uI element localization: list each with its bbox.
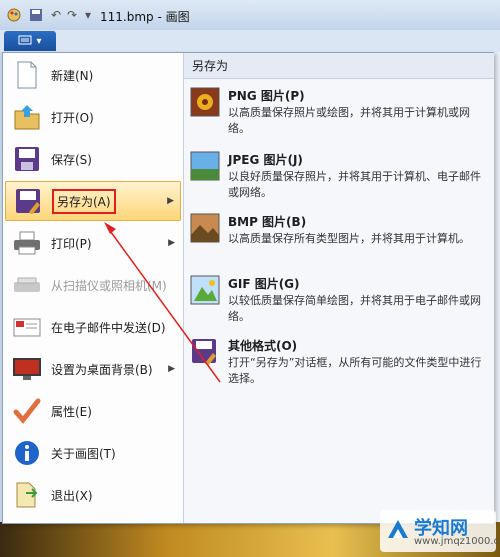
title-bar: ↶ ↷ ▾ 111.bmp - 画图 bbox=[0, 0, 500, 31]
menu-item-from-scanner: 从扫描仪或照相机(M) bbox=[5, 265, 181, 305]
new-file-icon bbox=[11, 59, 43, 91]
jpeg-image-icon bbox=[190, 151, 220, 181]
menu-item-set-desktop-background[interactable]: 设置为桌面背景(B) ▶ bbox=[5, 349, 181, 389]
menu-item-about-paint[interactable]: 关于画图(T) bbox=[5, 433, 181, 473]
menu-item-label: 打开(O) bbox=[51, 110, 94, 125]
menu-item-exit[interactable]: 退出(X) bbox=[5, 475, 181, 515]
paint-app-icon[interactable] bbox=[6, 7, 22, 23]
submenu-heading: 另存为 bbox=[184, 53, 494, 79]
printer-icon bbox=[11, 227, 43, 259]
menu-item-new[interactable]: 新建(N) bbox=[5, 55, 181, 95]
customize-quick-access-icon[interactable]: ▾ bbox=[80, 7, 96, 23]
menu-item-print[interactable]: 打印(P) ▶ bbox=[5, 223, 181, 263]
chevron-down-icon: ▾ bbox=[36, 35, 42, 47]
save-as-submenu: 另存为 PNG 图片(P) 以高质量保存照片或绘图，并将其用于计算机或网络。 J… bbox=[183, 53, 494, 523]
option-title: JPEG 图片(J) bbox=[228, 153, 303, 167]
redo-icon[interactable]: ↷ bbox=[64, 7, 80, 23]
menu-item-open[interactable]: 打开(O) bbox=[5, 97, 181, 137]
option-description: 以良好质量保存照片，并将其用于计算机、电子邮件或网络。 bbox=[228, 170, 481, 199]
menu-item-save[interactable]: 保存(S) bbox=[5, 139, 181, 179]
option-description: 以高质量保存所有类型图片，并将其用于计算机。 bbox=[228, 232, 470, 245]
menu-item-properties[interactable]: 属性(E) bbox=[5, 391, 181, 431]
option-title: PNG 图片(P) bbox=[228, 89, 305, 103]
menu-item-label: 打印(P) bbox=[51, 236, 92, 251]
other-formats-icon bbox=[190, 337, 220, 367]
info-icon bbox=[11, 437, 43, 469]
option-description: 以较低质量保存简单绘图，并将其用于电子邮件或网络。 bbox=[228, 294, 481, 323]
menu-item-label: 在电子邮件中发送(D) bbox=[51, 320, 166, 335]
email-icon bbox=[11, 311, 43, 343]
png-image-icon bbox=[190, 87, 220, 117]
watermark-url: www.jmqz1000.com bbox=[414, 536, 500, 547]
save-as-icon bbox=[12, 185, 44, 217]
bmp-image-icon bbox=[190, 213, 220, 243]
menu-item-label: 保存(S) bbox=[51, 152, 92, 167]
menu-item-label: 属性(E) bbox=[51, 404, 92, 419]
menu-item-label: 另存为(A) bbox=[52, 188, 116, 214]
option-description: 打开“另存为”对话框，从所有可能的文件类型中进行选择。 bbox=[228, 356, 482, 385]
undo-icon[interactable]: ↶ bbox=[48, 7, 64, 23]
scanner-icon bbox=[11, 269, 43, 301]
ribbon-tab-row bbox=[0, 30, 500, 52]
desktop-icon bbox=[11, 353, 43, 385]
site-watermark: 学知网 www.jmqz1000.com bbox=[380, 510, 500, 552]
menu-item-label: 从扫描仪或照相机(M) bbox=[51, 278, 167, 293]
option-title: GIF 图片(G) bbox=[228, 277, 300, 291]
chevron-right-icon: ▶ bbox=[168, 238, 175, 248]
exit-icon bbox=[11, 479, 43, 511]
menu-item-label: 关于画图(T) bbox=[51, 446, 116, 461]
menu-item-label: 退出(X) bbox=[51, 488, 93, 503]
save-as-jpeg-option[interactable]: JPEG 图片(J) 以良好质量保存照片，并将其用于计算机、电子邮件或网络。 bbox=[190, 149, 490, 205]
checkmark-icon bbox=[11, 395, 43, 427]
menu-item-label: 设置为桌面背景(B) bbox=[51, 362, 153, 377]
option-title: 其他格式(O) bbox=[228, 339, 298, 353]
menu-item-save-as[interactable]: 另存为(A) ▶ bbox=[5, 181, 181, 221]
save-as-other-formats-option[interactable]: 其他格式(O) 打开“另存为”对话框，从所有可能的文件类型中进行选择。 bbox=[190, 335, 490, 391]
save-as-gif-option[interactable]: GIF 图片(G) 以较低质量保存简单绘图，并将其用于电子邮件或网络。 bbox=[190, 273, 490, 329]
option-description: 以高质量保存照片或绘图，并将其用于计算机或网络。 bbox=[228, 106, 470, 135]
chevron-right-icon: ▶ bbox=[167, 196, 174, 206]
save-icon bbox=[11, 143, 43, 175]
file-menu-commands: 新建(N) 打开(O) 保存(S) 另存为(A) ▶ 打印(P) ▶ 从扫描仪或… bbox=[3, 53, 183, 523]
menu-item-send-email[interactable]: 在电子邮件中发送(D) bbox=[5, 307, 181, 347]
save-quick-icon[interactable] bbox=[28, 7, 44, 23]
save-as-png-option[interactable]: PNG 图片(P) 以高质量保存照片或绘图，并将其用于计算机或网络。 bbox=[190, 85, 490, 141]
window-title: 111.bmp - 画图 bbox=[100, 10, 190, 24]
option-title: BMP 图片(B) bbox=[228, 215, 307, 229]
menu-item-label: 新建(N) bbox=[51, 68, 94, 83]
watermark-logo-icon bbox=[386, 518, 410, 542]
chevron-right-icon: ▶ bbox=[168, 364, 175, 374]
save-as-bmp-option[interactable]: BMP 图片(B) 以高质量保存所有类型图片，并将其用于计算机。 bbox=[190, 211, 490, 267]
file-menu: 新建(N) 打开(O) 保存(S) 另存为(A) ▶ 打印(P) ▶ 从扫描仪或… bbox=[2, 52, 494, 524]
open-folder-icon bbox=[11, 101, 43, 133]
gif-image-icon bbox=[190, 275, 220, 305]
menu-icon bbox=[18, 35, 32, 48]
file-menu-button[interactable]: ▾ bbox=[4, 31, 56, 51]
